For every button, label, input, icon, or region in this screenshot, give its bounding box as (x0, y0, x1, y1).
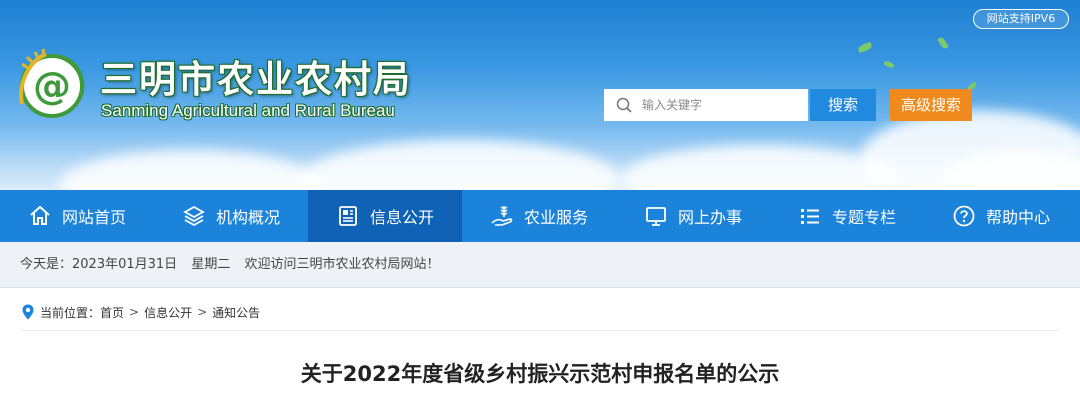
nav-item-label: 帮助中心 (985, 208, 1050, 227)
list-icon (800, 209, 819, 224)
monitor-icon (646, 207, 666, 226)
home-icon (30, 205, 50, 225)
current-weekday: 星期二 (191, 257, 231, 272)
leaf-decoration (937, 36, 949, 50)
site-subtitle: Sanming Agricultural and Rural Bureau (101, 101, 395, 120)
current-date: 今天是：2023年01月31日 (20, 257, 178, 272)
nav-item-label: 专题专栏 (831, 208, 896, 227)
document-icon (339, 206, 357, 226)
content-divider (22, 330, 1058, 331)
bureau-logo-icon: @ (19, 48, 85, 118)
cloud-decoration (300, 140, 620, 190)
search-input[interactable] (642, 90, 802, 120)
site-title: 三明市农业农村局 (100, 58, 412, 101)
leaf-decoration (883, 59, 895, 70)
nav-item-help[interactable]: 帮助中心 (924, 190, 1078, 242)
advanced-search-button[interactable]: 高级搜索 (890, 89, 972, 121)
breadcrumb-prefix: 当前位置： (40, 305, 101, 320)
breadcrumb: 当前位置： 首页 > 信息公开 > 通知公告 (22, 302, 260, 322)
location-pin-icon (22, 304, 34, 320)
cloud-decoration (60, 150, 320, 190)
header-banner: 网站支持IPV6 @ 三明市农业农村局 Sanming Agricultural… (0, 0, 1080, 190)
search-button[interactable]: 搜索 (810, 89, 876, 121)
breadcrumb-home[interactable]: 首页 (100, 304, 124, 321)
ipv6-badge: 网站支持IPV6 (973, 9, 1069, 29)
search-box (604, 89, 808, 121)
nav-item-label: 网站首页 (61, 208, 126, 227)
nav-item-home[interactable]: 网站首页 (0, 190, 154, 242)
breadcrumb-info-disclosure[interactable]: 信息公开 (144, 304, 192, 321)
nav-item-label: 机构概况 (215, 208, 280, 227)
search-icon (616, 97, 632, 113)
breadcrumb-separator: > (197, 305, 208, 319)
nav-item-organization[interactable]: 机构概况 (154, 190, 308, 242)
main-nav: 网站首页 机构概况 信息公开 农业服务 网上办事 专题专栏 帮助中心 (0, 190, 1080, 242)
date-bar: 今天是：2023年01月31日 星期二 欢迎访问三明市农业农村局网站！ (0, 242, 1080, 288)
leaf-decoration (857, 41, 873, 54)
article-title: 关于2022年度省级乡村振兴示范村申报名单的公示 (300, 362, 780, 386)
nav-item-online-service[interactable]: 网上办事 (616, 190, 770, 242)
layers-icon (183, 205, 205, 227)
breadcrumb-separator: > (129, 305, 140, 319)
wheat-hand-icon (491, 206, 513, 226)
cloud-decoration (620, 145, 900, 190)
svg-text:@: @ (33, 64, 71, 108)
nav-item-special-topics[interactable]: 专题专栏 (770, 190, 924, 242)
nav-item-agri-service[interactable]: 农业服务 (462, 190, 616, 242)
nav-item-label: 网上办事 (677, 208, 742, 227)
nav-item-info-disclosure[interactable]: 信息公开 (308, 190, 462, 242)
help-icon (953, 205, 975, 227)
breadcrumb-notices[interactable]: 通知公告 (212, 304, 260, 321)
nav-item-label: 信息公开 (369, 208, 434, 227)
welcome-text: 欢迎访问三明市农业农村局网站！ (244, 257, 440, 272)
nav-item-label: 农业服务 (523, 208, 588, 227)
